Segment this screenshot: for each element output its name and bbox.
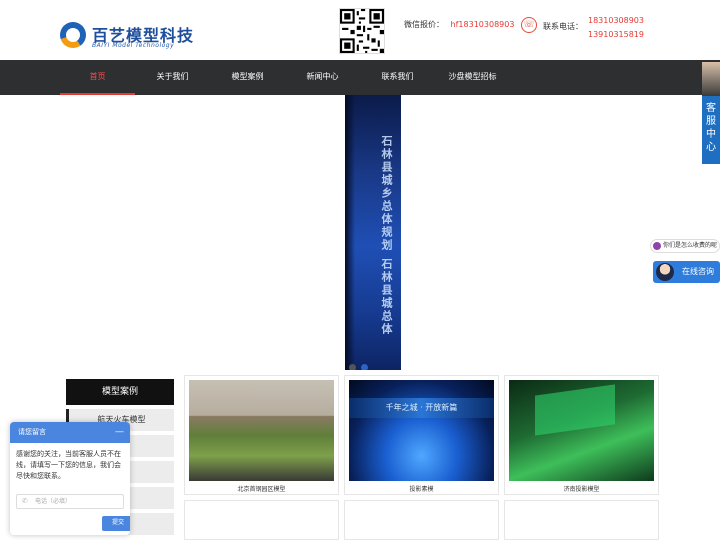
contact-phone-2: 13910315819: [588, 30, 644, 39]
nav-item-about[interactable]: 关于我们: [135, 60, 210, 95]
chat-bubble-icon: [653, 242, 661, 250]
product-caption-2: 投影素模: [409, 486, 434, 493]
product-card-4[interactable]: [184, 500, 339, 540]
nav-item-news[interactable]: 新闻中心: [285, 60, 360, 95]
cases-sidebar-title: 模型案例: [66, 379, 174, 405]
product-image-2: 千年之城 · 开放新篇: [349, 380, 494, 481]
product-card-3[interactable]: 济南投影模型: [504, 375, 659, 495]
chat-minimize-button[interactable]: —: [115, 422, 124, 443]
chat-title: 请您留言: [18, 428, 46, 436]
chat-message: 感谢您的关注，当前客服人员不在线，请填写一下您的信息，我们会尽快和您联系。: [16, 450, 121, 480]
wechat-id: hf18310308903: [450, 20, 515, 29]
main-nav: 首页 关于我们 模型案例 新闻中心 联系我们 沙盘模型招标: [0, 60, 720, 95]
nav-item-contact[interactable]: 联系我们: [360, 60, 435, 95]
product-card-1[interactable]: 北京首钢园区模型: [184, 375, 339, 495]
page: 百艺模型科技 BAIYI Model Technology 微信报价： hf18…: [0, 0, 720, 540]
product-card-6[interactable]: [504, 500, 659, 540]
product-card-5[interactable]: [344, 500, 499, 540]
contact-label: 联系电话：: [543, 22, 583, 31]
banner-pagination: [349, 356, 373, 370]
product-image-3: [509, 380, 654, 481]
chat-header: 请您留言 —: [10, 422, 130, 443]
banner-dot-2[interactable]: [361, 364, 368, 370]
product-caption-1: 北京首钢园区模型: [237, 486, 286, 493]
agent-avatar: [656, 263, 674, 281]
site-header: 百艺模型科技 BAIYI Model Technology 微信报价： hf18…: [0, 0, 720, 60]
leave-message-panel: 请您留言 — 感谢您的关注，当前客服人员不在线，请填写一下您的信息，我们会尽快和…: [10, 422, 130, 535]
product-image-1: [189, 380, 334, 481]
nav-item-cases[interactable]: 模型案例: [210, 60, 285, 95]
banner-dot-1[interactable]: [349, 364, 356, 370]
contact-phone-1: 18310308903: [588, 16, 644, 25]
product-caption-3: 济南投影模型: [563, 486, 600, 493]
logo-text-en: BAIYI Model Technology: [92, 42, 175, 49]
phone-input-icon: ✆: [22, 497, 28, 505]
hero-banner[interactable]: 石林县城乡总体规划 石林县城总体: [0, 95, 720, 370]
nav-item-home[interactable]: 首页: [60, 60, 135, 95]
chat-tooltip-text: 你们是怎么收费的呢: [663, 242, 718, 249]
product-card-2[interactable]: 千年之城 · 开放新篇 投影素模: [344, 375, 499, 495]
chat-phone-input[interactable]: ✆ 电话（必填）: [16, 494, 124, 509]
wechat-quote: 微信报价： hf18310308903: [404, 19, 514, 30]
nav-item-tender[interactable]: 沙盘模型招标: [435, 60, 510, 95]
product-image-2-banner: 千年之城 · 开放新篇: [349, 398, 494, 418]
product-image-3-screen: [535, 384, 615, 436]
service-center-tab[interactable]: 客服中心: [702, 62, 720, 164]
wechat-label: 微信报价：: [404, 20, 444, 29]
service-center-label: 客服中心: [706, 103, 716, 153]
chat-submit-button[interactable]: 提交: [102, 516, 130, 531]
site-logo[interactable]: 百艺模型科技 BAIYI Model Technology: [60, 22, 193, 52]
chat-tooltip[interactable]: 你们是怎么收费的呢: [650, 239, 720, 253]
service-agent-avatar: [702, 62, 720, 96]
chat-phone-placeholder: 电话（必填）: [35, 498, 72, 505]
wechat-qr-code: [339, 8, 385, 54]
online-consult-button[interactable]: 在线咨询: [653, 261, 720, 283]
online-consult-label: 在线咨询: [682, 267, 714, 276]
phone-icon: ☏: [521, 17, 537, 33]
qr-code-icon: [340, 9, 384, 53]
banner-panel-text: 石林县城乡总体规划 石林县城总体: [380, 135, 393, 336]
logo-mark-icon: [60, 22, 86, 48]
contact-phones: 18310308903 13910315819: [588, 14, 644, 42]
